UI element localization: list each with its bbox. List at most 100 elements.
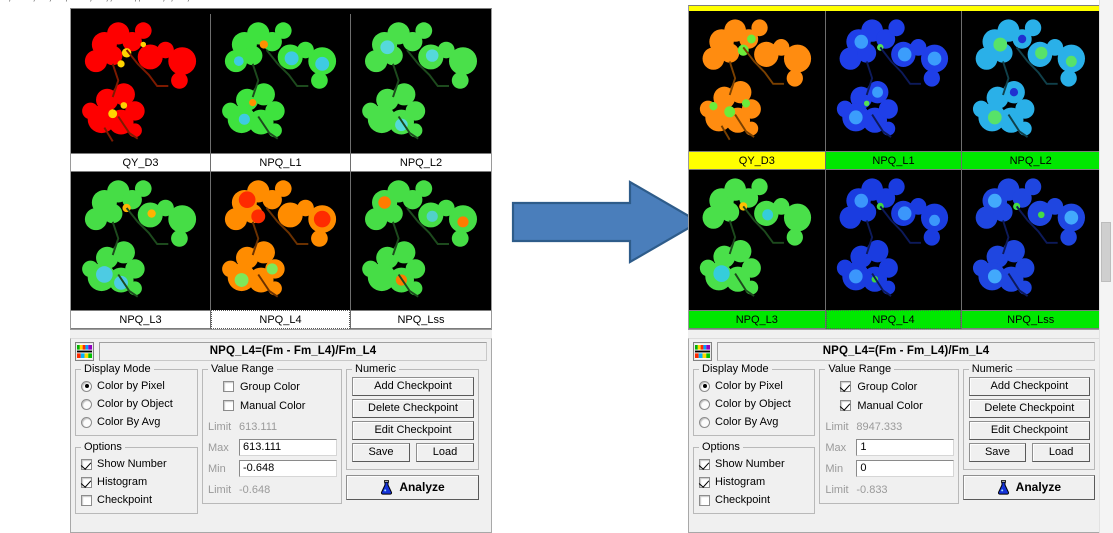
min-input[interactable]: -0.648 [239,460,337,477]
formula-row: NPQ_L4=(Fm - Fm_L4)/Fm_L4 [689,339,1099,363]
limit-bottom-value: -0.648 [239,483,271,496]
thumbnail-label: NPQ_L2 [351,152,491,172]
thumbnail-cell[interactable]: NPQ_L1 [211,14,351,172]
edit-checkpoint-button[interactable]: Edit Checkpoint [968,421,1090,440]
rosette-image-npq-l3[interactable] [71,171,210,310]
checkbox-group-color[interactable]: Group Color [825,377,953,396]
radio-icon[interactable] [699,380,710,392]
vertical-scrollbar[interactable] [1099,0,1113,533]
radio-color-by-avg[interactable]: Color By Avg [81,413,193,431]
radio-color-by-pixel[interactable]: Color by Pixel [81,377,193,395]
add-checkpoint-button[interactable]: Add Checkpoint [968,377,1090,396]
process-arrow [510,176,702,268]
formula-display: NPQ_L4=(Fm - Fm_L4)/Fm_L4 [99,342,487,361]
thumbnail-cell[interactable]: NPQ_L2 [351,14,491,172]
display-mode-legend: Display Mode [84,363,151,375]
thumbnail-cell[interactable]: NPQ_L3 [71,171,211,329]
save-button[interactable]: Save [968,443,1027,462]
rosette-image-qy-d3[interactable] [689,11,825,151]
rosette-image-npq-l2[interactable] [351,14,491,153]
rosette-image-npq-lss[interactable] [351,171,491,310]
thumbnail-cell[interactable]: NPQ_L3 [689,170,826,329]
radio-icon[interactable] [699,416,710,428]
min-row: Min -0.648 [208,459,337,478]
thumbnail-cell[interactable]: NPQ_L1 [825,11,963,170]
radio-label: Color By Avg [715,416,779,428]
max-label: Max [825,441,847,454]
checkbox-histogram[interactable]: Histogram [81,473,193,491]
thumbnail-cell[interactable]: QY_D3 [71,14,211,172]
palette-icon[interactable] [75,342,94,361]
rosette-image-npq-l2[interactable] [962,11,1099,151]
max-input[interactable]: 613.111 [239,439,337,456]
checkbox-icon[interactable] [840,400,852,411]
save-load-row: Save Load [352,443,474,465]
thumbnail-label: NPQ_L4 [825,310,962,329]
rosette-image-npq-l4[interactable] [211,171,350,310]
thumbnail-label: NPQ_Lss [962,310,1099,329]
analyze-button[interactable]: Analyze [346,475,479,500]
add-checkpoint-button[interactable]: Add Checkpoint [352,377,474,396]
load-button[interactable]: Load [416,443,474,462]
min-row: Min 0 [825,459,954,478]
radio-label: Color By Avg [97,416,161,428]
rosette-image-npq-l1[interactable] [825,11,962,151]
thumbnail-cell[interactable]: QY_D3 [689,11,826,170]
limit-bottom-row: Limit -0.833 [825,480,953,499]
thumbnail-label: NPQ_L3 [71,310,210,329]
options-legend: Options [84,441,122,453]
checkbox-manual-color[interactable]: Manual Color [825,396,953,415]
max-input[interactable]: 1 [856,439,954,456]
radio-icon[interactable] [81,398,92,410]
checkbox-checkpoint[interactable]: Checkpoint [699,491,810,509]
palette-icon[interactable] [693,342,712,361]
checkbox-manual-color[interactable]: Manual Color [208,396,337,415]
thumbnail-cell[interactable]: NPQ_L2 [962,11,1099,170]
checkbox-icon[interactable] [223,381,234,392]
checkbox-histogram[interactable]: Histogram [699,473,810,491]
radio-icon[interactable] [699,398,710,410]
delete-checkpoint-button[interactable]: Delete Checkpoint [352,399,474,418]
radio-color-by-pixel[interactable]: Color by Pixel [699,377,810,395]
rosette-image-npq-lss[interactable] [962,170,1099,310]
radio-color-by-object[interactable]: Color by Object [81,395,193,413]
checkbox-icon[interactable] [81,476,92,488]
scrollbar-thumb[interactable] [1101,222,1111,282]
checkbox-icon[interactable] [699,458,710,470]
rosette-image-npq-l1[interactable] [211,14,350,153]
thumbnail-cell-selected[interactable]: NPQ_L4 [211,171,351,329]
checkbox-icon[interactable] [223,400,234,411]
radio-icon[interactable] [81,416,92,428]
load-button[interactable]: Load [1032,443,1090,462]
display-mode-legend: Display Mode [702,363,769,375]
checkbox-icon[interactable] [81,458,92,470]
checkbox-checkpoint[interactable]: Checkpoint [81,491,193,509]
thumbnail-label: NPQ_Lss [351,310,491,329]
checkbox-icon[interactable] [81,494,92,506]
value-range-legend: Value Range [828,363,892,375]
formula-display: NPQ_L4=(Fm - Fm_L4)/Fm_L4 [717,342,1095,361]
edit-checkpoint-button[interactable]: Edit Checkpoint [352,421,474,440]
checkbox-group-color[interactable]: Group Color [208,377,337,396]
checkbox-icon[interactable] [840,381,852,392]
radio-color-by-avg[interactable]: Color By Avg [699,413,810,431]
thumbnail-grid-after: QY_D3 NPQ_L1 NPQ_L2 NPQ_L3 NPQ_L4 NPQ_Ls… [689,11,1099,329]
checkbox-icon[interactable] [699,476,710,488]
rosette-image-npq-l3[interactable] [689,170,825,310]
checkbox-label: Histogram [715,476,766,488]
checkbox-show-number[interactable]: Show Number [699,455,810,473]
analyze-button[interactable]: Analyze [962,475,1095,500]
thumbnail-cell[interactable]: NPQ_Lss [962,170,1099,329]
min-input[interactable]: 0 [856,460,954,477]
image-grid-before: QY_D3 NPQ_L1 NPQ_L2 NPQ_L3 NPQ_L4 NPQ_Ls… [70,8,492,330]
radio-color-by-object[interactable]: Color by Object [699,395,810,413]
thumbnail-cell-selected[interactable]: NPQ_L4 [825,170,963,329]
delete-checkpoint-button[interactable]: Delete Checkpoint [968,399,1090,418]
save-button[interactable]: Save [352,443,410,462]
thumbnail-cell[interactable]: NPQ_Lss [351,171,491,329]
rosette-image-qy-d3[interactable] [71,14,210,153]
rosette-image-npq-l4[interactable] [825,170,962,310]
checkbox-icon[interactable] [699,494,710,506]
radio-icon[interactable] [81,380,92,392]
checkbox-show-number[interactable]: Show Number [81,455,193,473]
